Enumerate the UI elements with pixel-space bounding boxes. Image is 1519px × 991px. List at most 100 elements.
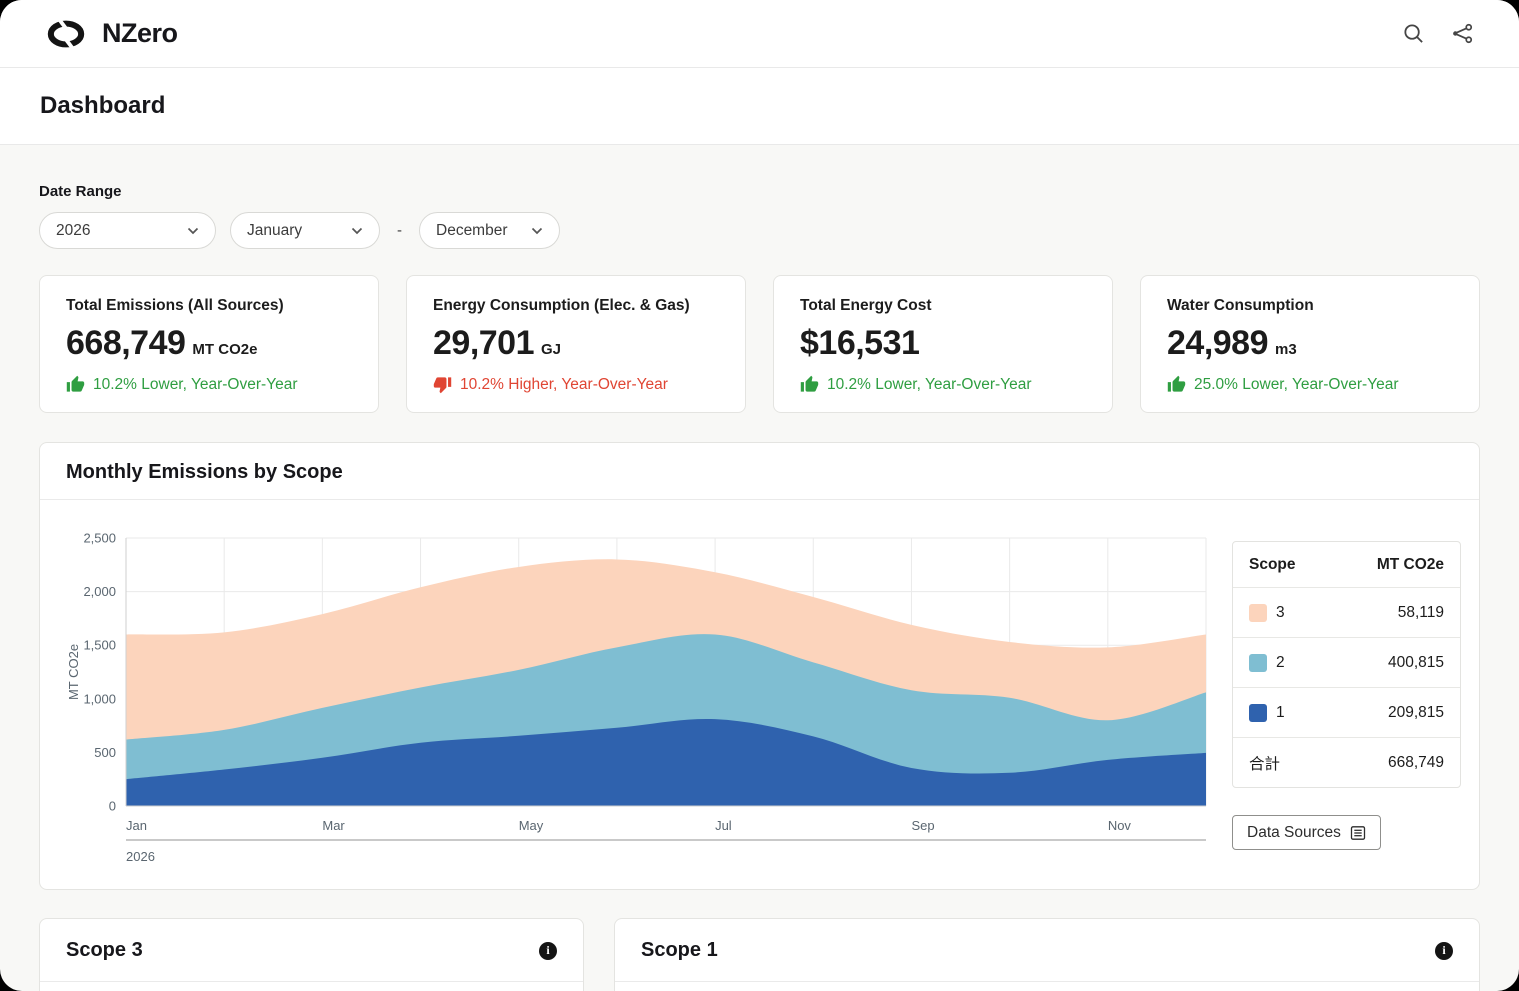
svg-text:1,000: 1,000 (83, 691, 116, 706)
range-separator: - (397, 222, 402, 239)
svg-text:Nov: Nov (1108, 818, 1132, 833)
thumbs-down-icon (433, 377, 452, 394)
monthly-emissions-card: Monthly Emissions by Scope 0 500 1,000 1,50… (39, 442, 1480, 890)
scope-2-swatch (1249, 653, 1267, 672)
scope-1-card: Scope 1 i (614, 918, 1480, 991)
legend-row-total: 合計 668,749 (1233, 737, 1460, 787)
kpi-delta-text: 10.2% Higher, Year-Over-Year (460, 375, 668, 393)
info-icon[interactable]: i (1435, 941, 1453, 960)
kpi-title: Total Energy Cost (800, 297, 932, 314)
page-title-bar: Dashboard (0, 68, 1519, 145)
legend-value-text: 209,815 (1387, 703, 1444, 721)
svg-text:May: May (519, 818, 544, 833)
legend-row-scope-3: 3 58,119 (1233, 587, 1460, 637)
logo-wordmark: NZero (102, 18, 178, 48)
scope-cards-row: Scope 3 i Scope 1 i (39, 918, 1480, 991)
kpi-card-energy-consumption: Energy Consumption (Elec. & Gas) 29,701 G… (406, 275, 746, 413)
scope-1-card-title: Scope 1 (641, 939, 718, 961)
legend-header-unit: MT CO2e (1376, 555, 1444, 573)
scope-3-card-title: Scope 3 (66, 939, 143, 961)
legend-label-text: 1 (1276, 703, 1285, 721)
kpi-value: $16,531 (800, 324, 920, 362)
kpi-value: 668,749 (66, 324, 186, 362)
kpi-card-total-emissions: Total Emissions (All Sources) 668,749 MT … (39, 275, 379, 413)
nzero-logo[interactable]: NZero (40, 16, 178, 52)
legend-total-label: 合計 (1249, 755, 1281, 773)
legend-value-text: 400,815 (1387, 653, 1444, 671)
scope-legend-table: Scope MT CO2e 3 58,119 2 400,815 1 209,8… (1232, 541, 1461, 788)
end-month-value: December (436, 221, 508, 239)
share-icon[interactable] (1451, 22, 1474, 45)
nzero-logo-icon (47, 17, 85, 50)
scope-1-swatch (1249, 703, 1267, 722)
svg-text:Jul: Jul (715, 818, 732, 833)
kpi-delta: 10.2% Lower, Year-Over-Year (800, 375, 1086, 394)
scope-3-card: Scope 3 i (39, 918, 584, 991)
svg-text:2026: 2026 (126, 849, 155, 864)
svg-text:2,000: 2,000 (83, 584, 116, 599)
svg-text:Jan: Jan (126, 818, 147, 833)
kpi-title: Total Emissions (All Sources) (66, 297, 284, 314)
scope-3-card-header: Scope 3 i (40, 919, 583, 982)
kpi-card-energy-cost: Total Energy Cost $16,531 10.2% Lower, Y… (773, 275, 1113, 413)
topbar-actions (1402, 22, 1474, 45)
date-range-label: Date Range (39, 183, 122, 200)
kpi-card-water-consumption: Water Consumption 24,989 m3 25.0% Lower, … (1140, 275, 1480, 413)
monthly-emissions-body: 0 500 1,000 1,500 2,000 2,500 MT CO2e Jan Mar May… (40, 500, 1479, 870)
svg-text:0: 0 (109, 799, 116, 814)
kpi-unit: MT CO2e (192, 341, 258, 358)
legend-header-row: Scope MT CO2e (1233, 542, 1460, 587)
svg-text:MT CO2e: MT CO2e (66, 644, 81, 700)
legend-total-value: 668,749 (1387, 753, 1444, 771)
kpi-title: Energy Consumption (Elec. & Gas) (433, 297, 690, 314)
top-bar: NZero (0, 0, 1519, 68)
end-month-select[interactable]: December (419, 212, 560, 249)
page-title: Dashboard (40, 92, 166, 119)
info-icon[interactable]: i (539, 941, 557, 960)
kpi-unit: GJ (541, 341, 562, 358)
year-select-value: 2026 (56, 221, 91, 239)
thumbs-up-icon (1167, 375, 1186, 392)
svg-text:1,500: 1,500 (83, 638, 116, 653)
legend-label-text: 3 (1276, 603, 1285, 621)
start-month-value: January (247, 221, 303, 239)
stacked-area-chart[interactable]: 0 500 1,000 1,500 2,000 2,500 MT CO2e Jan Mar May… (62, 524, 1212, 870)
year-select[interactable]: 2026 (39, 212, 216, 249)
kpi-delta-text: 25.0% Lower, Year-Over-Year (1194, 375, 1399, 393)
svg-text:2,500: 2,500 (83, 531, 116, 546)
svg-text:Sep: Sep (911, 818, 934, 833)
scope-1-card-header: Scope 1 i (615, 919, 1479, 982)
app-window: NZero Dashboard Date Range 2026 January … (0, 0, 1519, 991)
chevron-down-icon (351, 227, 363, 234)
kpi-cards-row: Total Emissions (All Sources) 668,749 MT … (39, 275, 1480, 413)
kpi-delta-text: 10.2% Lower, Year-Over-Year (93, 375, 298, 393)
kpi-title: Water Consumption (1167, 297, 1314, 314)
monthly-emissions-title: Monthly Emissions by Scope (66, 461, 343, 483)
kpi-delta-text: 10.2% Lower, Year-Over-Year (827, 375, 1032, 393)
thumbs-up-icon (800, 375, 819, 392)
search-icon[interactable] (1402, 22, 1425, 45)
chevron-down-icon (187, 227, 199, 234)
chart-legend-column: Scope MT CO2e 3 58,119 2 400,815 1 209,8… (1232, 524, 1461, 870)
scope-3-swatch (1249, 603, 1267, 622)
legend-row-scope-1: 1 209,815 (1233, 687, 1460, 737)
date-range-filters: 2026 January - December (39, 212, 1480, 249)
svg-text:Mar: Mar (322, 818, 345, 833)
legend-label-text: 2 (1276, 653, 1285, 671)
kpi-unit: m3 (1275, 341, 1297, 358)
legend-row-scope-2: 2 400,815 (1233, 637, 1460, 687)
start-month-select[interactable]: January (230, 212, 380, 249)
data-sources-button[interactable]: Data Sources (1232, 815, 1381, 850)
kpi-value: 29,701 (433, 324, 535, 362)
chevron-down-icon (531, 227, 543, 234)
thumbs-up-icon (66, 375, 85, 392)
legend-header-scope: Scope (1249, 555, 1296, 573)
legend-value-text: 58,119 (1397, 603, 1444, 621)
monthly-emissions-header: Monthly Emissions by Scope (40, 443, 1479, 500)
kpi-value: 24,989 (1167, 324, 1269, 362)
kpi-delta: 10.2% Higher, Year-Over-Year (433, 375, 719, 394)
list-icon (1350, 825, 1366, 840)
kpi-delta: 25.0% Lower, Year-Over-Year (1167, 375, 1453, 394)
data-sources-label: Data Sources (1247, 823, 1341, 841)
svg-text:500: 500 (94, 745, 116, 760)
